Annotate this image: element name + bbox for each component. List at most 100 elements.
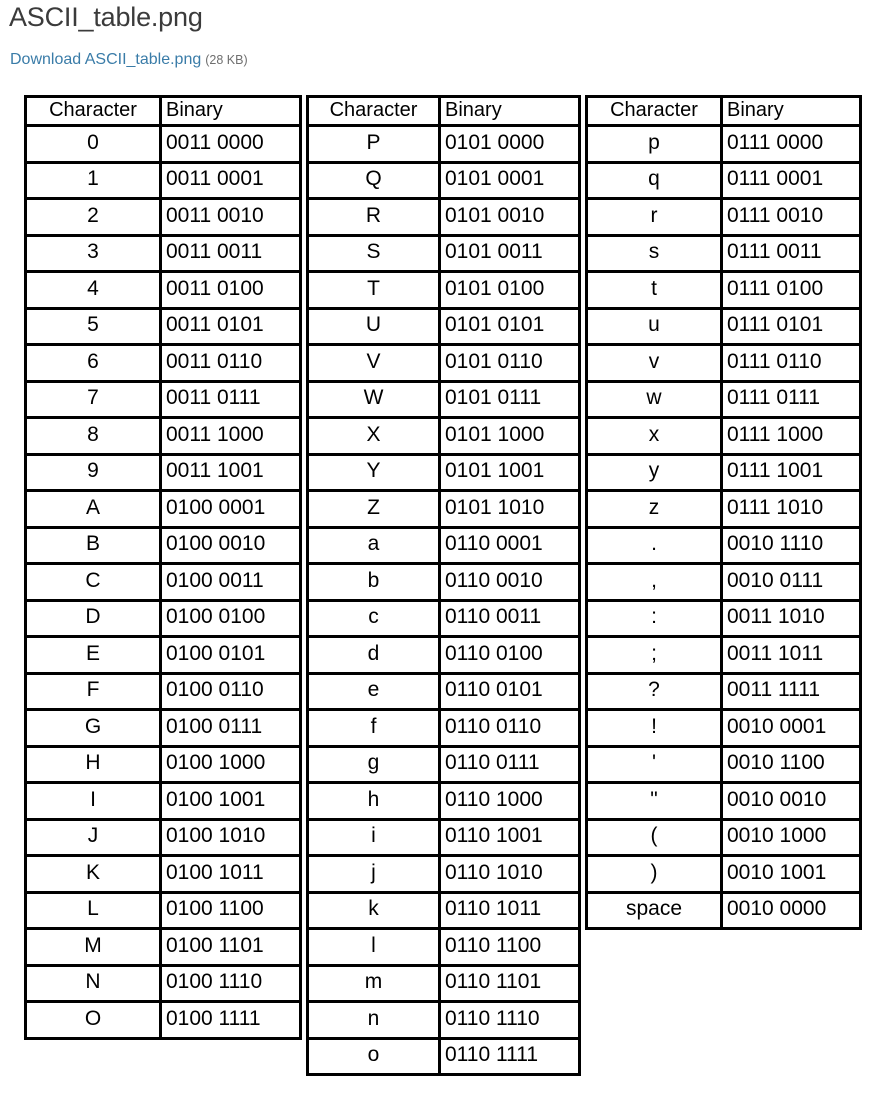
cell-character: z	[588, 492, 720, 526]
table-row: M 0100 1101	[24, 930, 302, 967]
cell-character: :	[588, 601, 720, 635]
table-row: s 0111 0011	[585, 236, 862, 273]
cell-binary: 0110 1000	[438, 784, 578, 818]
table-row: R 0101 0010	[306, 200, 581, 237]
cell-binary: 0100 1000	[159, 747, 299, 781]
cell-binary: 0011 0000	[159, 127, 299, 161]
cell-binary: 0010 0111	[720, 565, 859, 599]
table-column-group-3: Character Binary p 0111 0000 q 0111 0001 r 0111…	[585, 95, 862, 930]
cell-character: l	[309, 930, 438, 964]
cell-binary: 0100 1100	[159, 893, 299, 927]
cell-character: q	[588, 163, 720, 197]
cell-binary: 0110 0101	[438, 674, 578, 708]
table-row: t 0111 0100	[585, 273, 862, 310]
table-row: B 0100 0010	[24, 528, 302, 565]
cell-binary: 0100 0101	[159, 638, 299, 672]
table-row: . 0010 1110	[585, 528, 862, 565]
cell-character: g	[309, 747, 438, 781]
table-row: V 0101 0110	[306, 346, 581, 383]
table-row: 6 0011 0110	[24, 346, 302, 383]
download-link[interactable]: Download ASCII_table.png	[10, 51, 201, 68]
cell-binary: 0111 0010	[720, 200, 859, 234]
cell-binary: 0110 0011	[438, 601, 578, 635]
cell-character: M	[27, 930, 159, 964]
cell-character: Z	[309, 492, 438, 526]
cell-character: S	[309, 236, 438, 270]
cell-character: 5	[27, 309, 159, 343]
table-row: D 0100 0100	[24, 601, 302, 638]
cell-character: X	[309, 419, 438, 453]
cell-character: Q	[309, 163, 438, 197]
cell-character: '	[588, 747, 720, 781]
table-row: ! 0010 0001	[585, 711, 862, 748]
table-row: Y 0101 1001	[306, 455, 581, 492]
cell-character: s	[588, 236, 720, 270]
cell-character: T	[309, 273, 438, 307]
cell-binary: 0011 0010	[159, 200, 299, 234]
table-row: r 0111 0010	[585, 200, 862, 237]
cell-binary: 0100 0001	[159, 492, 299, 526]
table-row: Q 0101 0001	[306, 163, 581, 200]
cell-binary: 0011 0101	[159, 309, 299, 343]
table-header-row: Character Binary	[306, 95, 581, 127]
cell-binary: 0100 1011	[159, 857, 299, 891]
cell-binary: 0111 0011	[720, 236, 859, 270]
cell-binary: 0100 1101	[159, 930, 299, 964]
table-row: N 0100 1110	[24, 966, 302, 1003]
cell-character: Y	[309, 455, 438, 489]
cell-character: 4	[27, 273, 159, 307]
cell-character: m	[309, 966, 438, 1000]
cell-character: b	[309, 565, 438, 599]
cell-binary: 0110 0111	[438, 747, 578, 781]
cell-binary: 0110 1010	[438, 857, 578, 891]
table-row: X 0101 1000	[306, 419, 581, 456]
cell-character: y	[588, 455, 720, 489]
table-row: E 0100 0101	[24, 638, 302, 675]
cell-binary: 0011 0111	[159, 382, 299, 416]
cell-binary: 0101 1001	[438, 455, 578, 489]
cell-binary: 0101 0000	[438, 127, 578, 161]
cell-binary: 0101 1010	[438, 492, 578, 526]
cell-character: O	[27, 1003, 159, 1037]
table-row: k 0110 1011	[306, 893, 581, 930]
table-row: W 0101 0111	[306, 382, 581, 419]
cell-binary: 0011 1111	[720, 674, 859, 708]
cell-character: w	[588, 382, 720, 416]
cell-character: 7	[27, 382, 159, 416]
table-row: g 0110 0111	[306, 747, 581, 784]
table-row: F 0100 0110	[24, 674, 302, 711]
table-row: n 0110 1110	[306, 1003, 581, 1040]
cell-binary: 0010 1100	[720, 747, 859, 781]
cell-binary: 0010 0010	[720, 784, 859, 818]
cell-binary: 0111 0001	[720, 163, 859, 197]
table-row: m 0110 1101	[306, 966, 581, 1003]
cell-binary: 0010 1110	[720, 528, 859, 562]
cell-character: n	[309, 1003, 438, 1037]
cell-binary: 0101 0011	[438, 236, 578, 270]
cell-character: p	[588, 127, 720, 161]
cell-binary: 0101 0100	[438, 273, 578, 307]
cell-character: R	[309, 200, 438, 234]
table-row: l 0110 1100	[306, 930, 581, 967]
cell-character: k	[309, 893, 438, 927]
cell-character: r	[588, 200, 720, 234]
table-header-row: Character Binary	[24, 95, 302, 127]
cell-binary: 0111 0101	[720, 309, 859, 343]
cell-character: W	[309, 382, 438, 416]
cell-character: K	[27, 857, 159, 891]
cell-character: j	[309, 857, 438, 891]
cell-binary: 0111 0111	[720, 382, 859, 416]
cell-character: U	[309, 309, 438, 343]
table-column-group-1: Character Binary 0 0011 0000 1 0011 0001 2 0011…	[24, 95, 302, 1040]
file-size-label: (28 KB)	[205, 53, 248, 67]
cell-binary: 0011 0100	[159, 273, 299, 307]
cell-binary: 0110 1101	[438, 966, 578, 1000]
cell-character: 6	[27, 346, 159, 380]
table-row: i 0110 1001	[306, 820, 581, 857]
table-row: 5 0011 0101	[24, 309, 302, 346]
cell-binary: 0110 0010	[438, 565, 578, 599]
cell-character: F	[27, 674, 159, 708]
cell-character: )	[588, 857, 720, 891]
cell-character: ?	[588, 674, 720, 708]
cell-character: E	[27, 638, 159, 672]
